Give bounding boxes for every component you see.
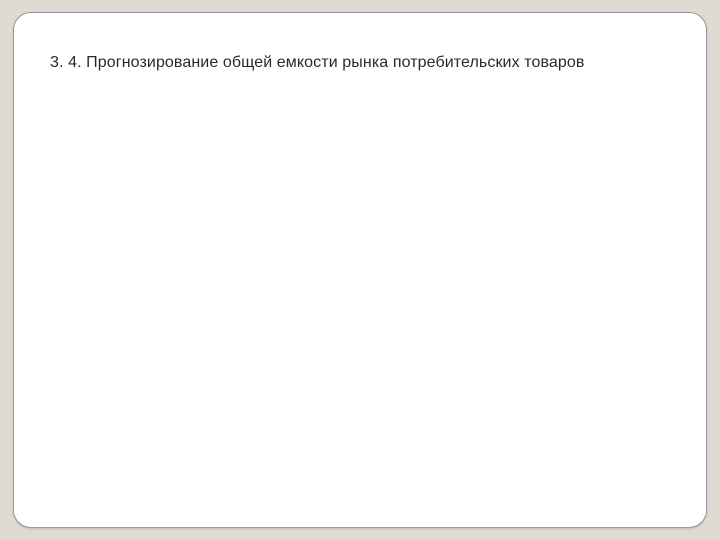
slide-frame: 3. 4. Прогнозирование общей емкости рынк… — [13, 12, 707, 528]
slide-title: 3. 4. Прогнозирование общей емкости рынк… — [50, 53, 670, 74]
